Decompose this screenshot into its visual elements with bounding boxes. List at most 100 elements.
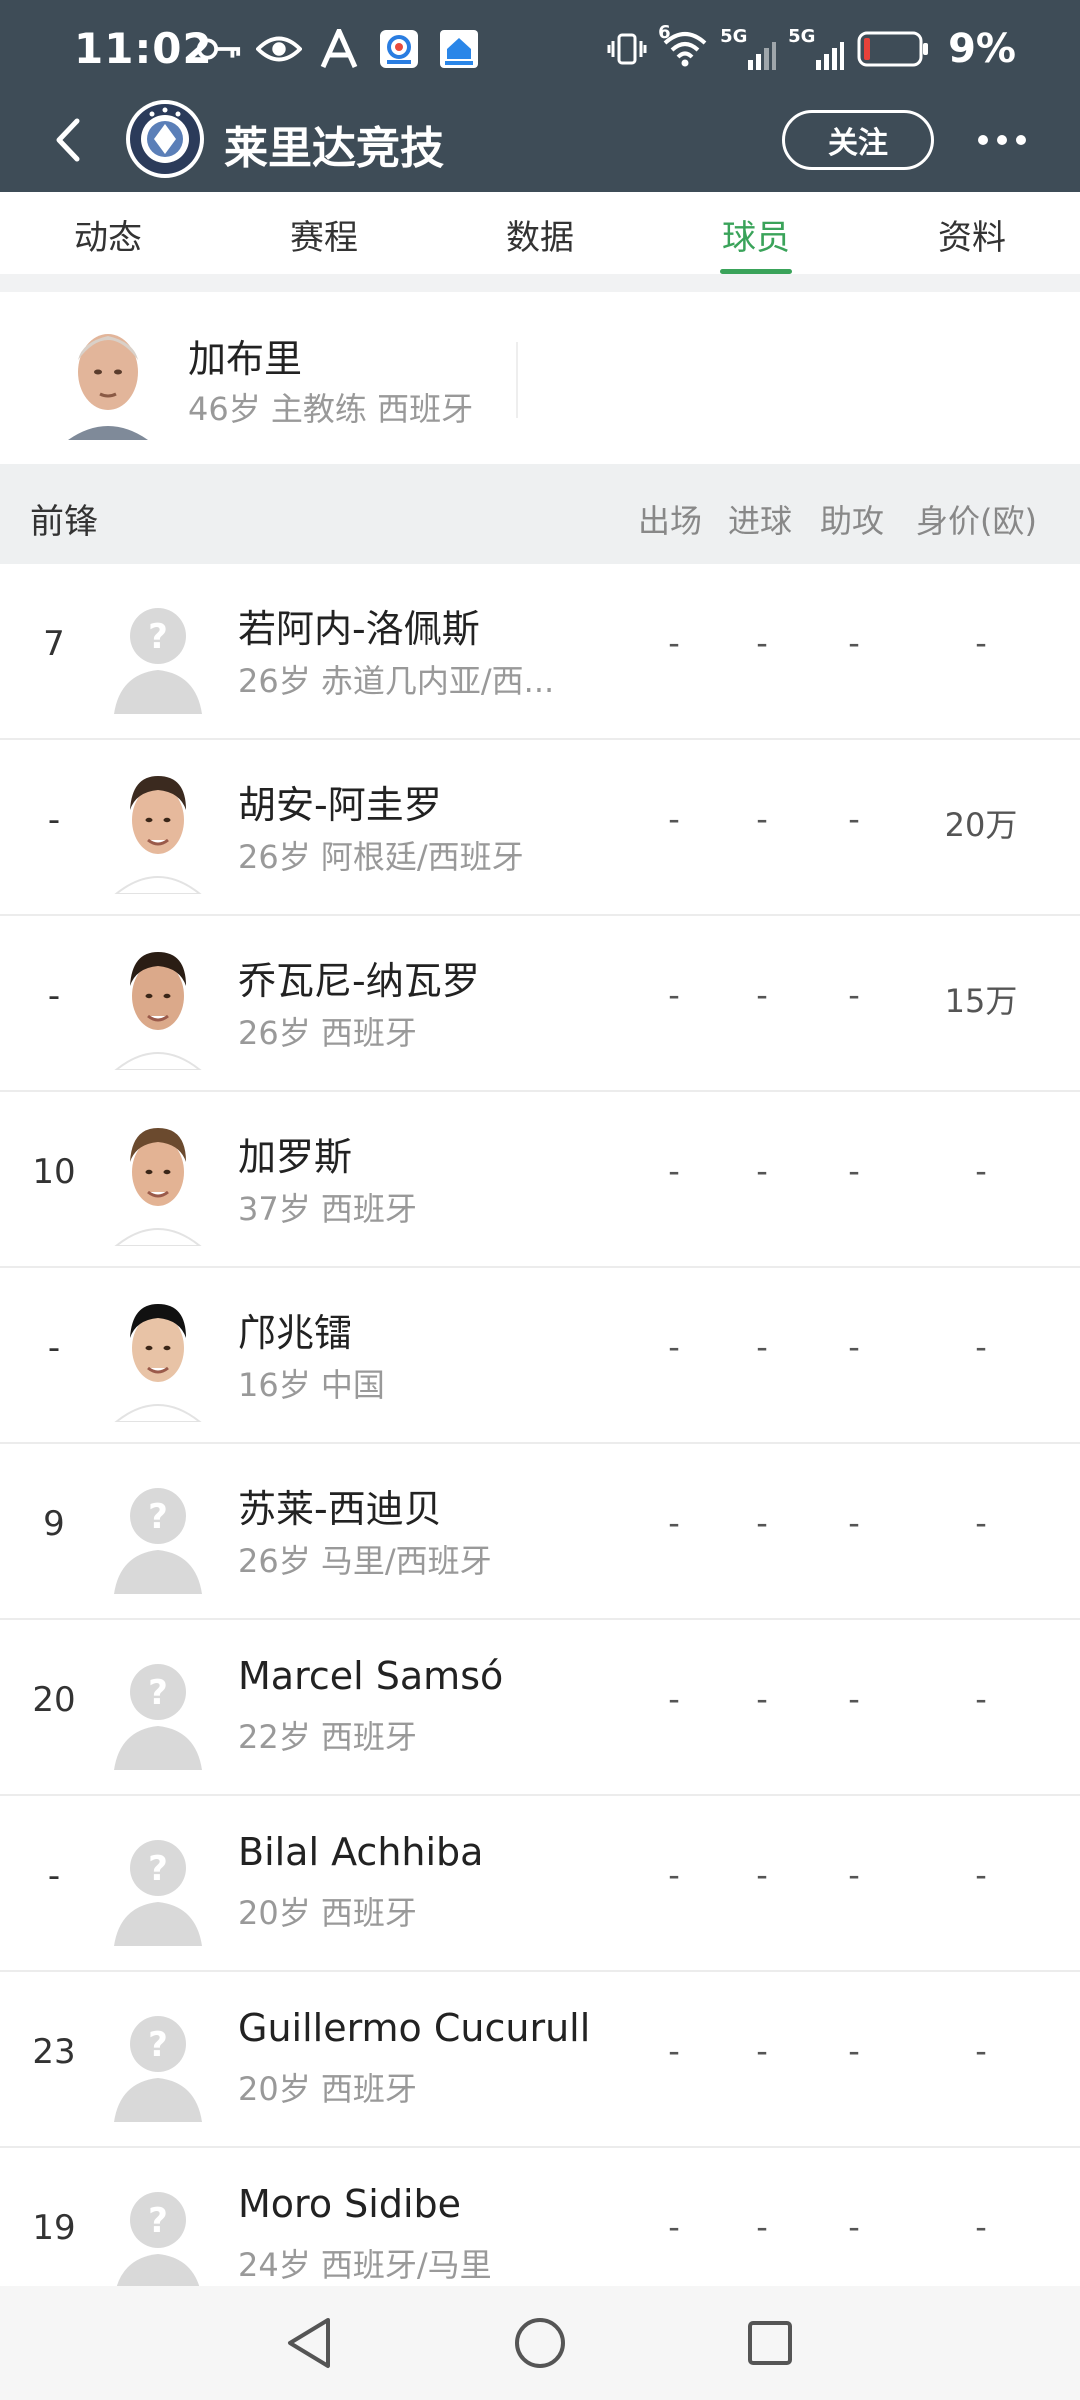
player-info: 22岁 西班牙 — [238, 1718, 417, 1756]
player-name: 若阿内-洛佩斯 — [238, 607, 480, 651]
player-row[interactable]: 23? Guillermo Cucurull 20岁 西班牙 - - - - — [0, 1972, 1080, 2148]
player-row[interactable]: 10 加罗斯 37岁 西班牙 - - - - — [0, 1092, 1080, 1268]
player-placeholder-icon: ? — [108, 1466, 208, 1598]
player-info: 26岁 西班牙 — [238, 1014, 417, 1052]
player-appearances: - — [668, 1680, 680, 1718]
tab-news[interactable]: 动态 — [0, 192, 216, 274]
player-row[interactable]: - 乔瓦尼-纳瓦罗 26岁 西班牙 - - - 15万 — [0, 916, 1080, 1092]
player-assists: - — [848, 1680, 860, 1718]
player-row[interactable]: 7? 若阿内-洛佩斯 26岁 赤道几内亚/西... - - - - — [0, 564, 1080, 740]
follow-button[interactable]: 关注 — [782, 110, 934, 170]
player-info: 37岁 西班牙 — [238, 1190, 417, 1228]
player-name: 邝兆镭 — [238, 1311, 353, 1355]
network-type-1: 5G — [720, 26, 748, 47]
player-goals: - — [756, 1680, 768, 1718]
coach-card[interactable]: 加布里 46岁 主教练 西班牙 — [0, 292, 1080, 464]
app-header: 莱里达竞技 关注 — [0, 100, 1080, 192]
player-assists: - — [848, 976, 860, 1014]
column-market-value: 身价(欧) — [916, 502, 1037, 540]
player-number: 9 — [43, 1504, 65, 1544]
team-logo — [126, 100, 204, 178]
player-appearances: - — [668, 2208, 680, 2246]
svg-text:?: ? — [148, 1849, 168, 1889]
tab-schedule[interactable]: 赛程 — [216, 192, 432, 274]
player-number: - — [47, 1856, 61, 1896]
player-name: Moro Sidibe — [238, 2182, 462, 2226]
player-assists: - — [848, 1152, 860, 1190]
tab-label: 赛程 — [290, 218, 358, 258]
player-number: - — [47, 1328, 61, 1368]
player-number: 20 — [32, 1680, 76, 1720]
player-number: 23 — [32, 2032, 76, 2072]
wifi-badge: 6 — [658, 22, 671, 43]
vibrate-icon — [604, 28, 650, 70]
nav-home-button[interactable] — [507, 2310, 573, 2376]
player-name: 加罗斯 — [238, 1135, 353, 1179]
player-assists: - — [848, 1856, 860, 1894]
player-info: 26岁 阿根廷/西班牙 — [238, 838, 524, 876]
app-a-icon — [316, 28, 362, 70]
player-list: 7? 若阿内-洛佩斯 26岁 赤道几内亚/西... - - - - - 胡安-阿圭罗 26岁 阿根… — [0, 564, 1080, 2324]
status-right-icons: 6 5G 5G 9% — [604, 22, 1016, 72]
player-goals: - — [756, 2032, 768, 2070]
player-row[interactable]: 9? 苏莱-西迪贝 26岁 马里/西班牙 - - - - — [0, 1444, 1080, 1620]
tab-players[interactable]: 球员 — [648, 192, 864, 274]
player-market-value: - — [975, 1680, 987, 1718]
battery-percent: 9% — [948, 26, 1016, 72]
tab-label: 球员 — [722, 218, 790, 258]
player-assists: - — [848, 1328, 860, 1366]
player-appearances: - — [668, 976, 680, 1014]
status-time: 11:02 — [74, 24, 213, 73]
tab-stats[interactable]: 数据 — [432, 192, 648, 274]
position-section-header: 前锋 出场 进球 助攻 身价(欧) — [0, 464, 1080, 564]
triangle-back-icon — [288, 2318, 330, 2368]
battery-icon — [856, 28, 930, 70]
player-assists: - — [848, 2032, 860, 2070]
player-market-value: - — [975, 2208, 987, 2246]
player-info: 26岁 马里/西班牙 — [238, 1542, 492, 1580]
player-row[interactable]: - 胡安-阿圭罗 26岁 阿根廷/西班牙 - - - 20万 — [0, 740, 1080, 916]
player-info: 20岁 西班牙 — [238, 2070, 417, 2108]
svg-text:?: ? — [148, 617, 168, 657]
player-row[interactable]: - 邝兆镭 16岁 中国 - - - - — [0, 1268, 1080, 1444]
player-info: 24岁 西班牙/马里 — [238, 2246, 492, 2284]
player-appearances: - — [668, 2032, 680, 2070]
player-photo — [108, 1290, 208, 1423]
top-bar: 11:02 6 5G 5G 9% 莱里达竞技 关注 — [0, 0, 1080, 192]
player-assists: - — [848, 2208, 860, 2246]
player-market-value: 20万 — [944, 806, 1018, 844]
nav-back-button[interactable] — [276, 2310, 342, 2376]
key-icon — [196, 28, 242, 70]
player-name: 苏莱-西迪贝 — [238, 1487, 442, 1531]
status-bar: 11:02 6 5G 5G 9% — [0, 0, 1080, 100]
player-placeholder-icon: ? — [108, 586, 208, 718]
player-assists: - — [848, 1504, 860, 1542]
player-placeholder-icon: ? — [108, 2170, 208, 2302]
coach-name: 加布里 — [188, 337, 303, 381]
player-photo — [108, 938, 208, 1071]
player-row[interactable]: -? Bilal Achhiba 20岁 西班牙 - - - - — [0, 1796, 1080, 1972]
more-icon — [978, 135, 1026, 145]
player-row[interactable]: 20? Marcel Samsó 22岁 西班牙 - - - - — [0, 1620, 1080, 1796]
tab-bar: 动态 赛程 数据 球员 资料 — [0, 192, 1080, 274]
signal-icon-2: 5G — [788, 26, 845, 70]
player-name: Guillermo Cucurull — [238, 2006, 591, 2050]
more-button[interactable] — [972, 110, 1032, 170]
square-recents-icon — [748, 2321, 792, 2365]
svg-text:?: ? — [148, 2201, 168, 2241]
player-goals: - — [756, 624, 768, 662]
nav-recents-button[interactable] — [737, 2310, 803, 2376]
back-button[interactable] — [40, 112, 96, 168]
player-name: Bilal Achhiba — [238, 1830, 484, 1874]
player-market-value: - — [975, 1856, 987, 1894]
player-market-value: - — [975, 1328, 987, 1366]
player-photo — [108, 1114, 208, 1247]
player-goals: - — [756, 1328, 768, 1366]
player-goals: - — [756, 976, 768, 1014]
player-assists: - — [848, 624, 860, 662]
player-name: 乔瓦尼-纳瓦罗 — [238, 959, 480, 1003]
player-placeholder-icon: ? — [108, 1642, 208, 1774]
wifi-icon: 6 — [658, 22, 708, 70]
player-photo — [108, 762, 208, 895]
tab-info[interactable]: 资料 — [864, 192, 1080, 274]
